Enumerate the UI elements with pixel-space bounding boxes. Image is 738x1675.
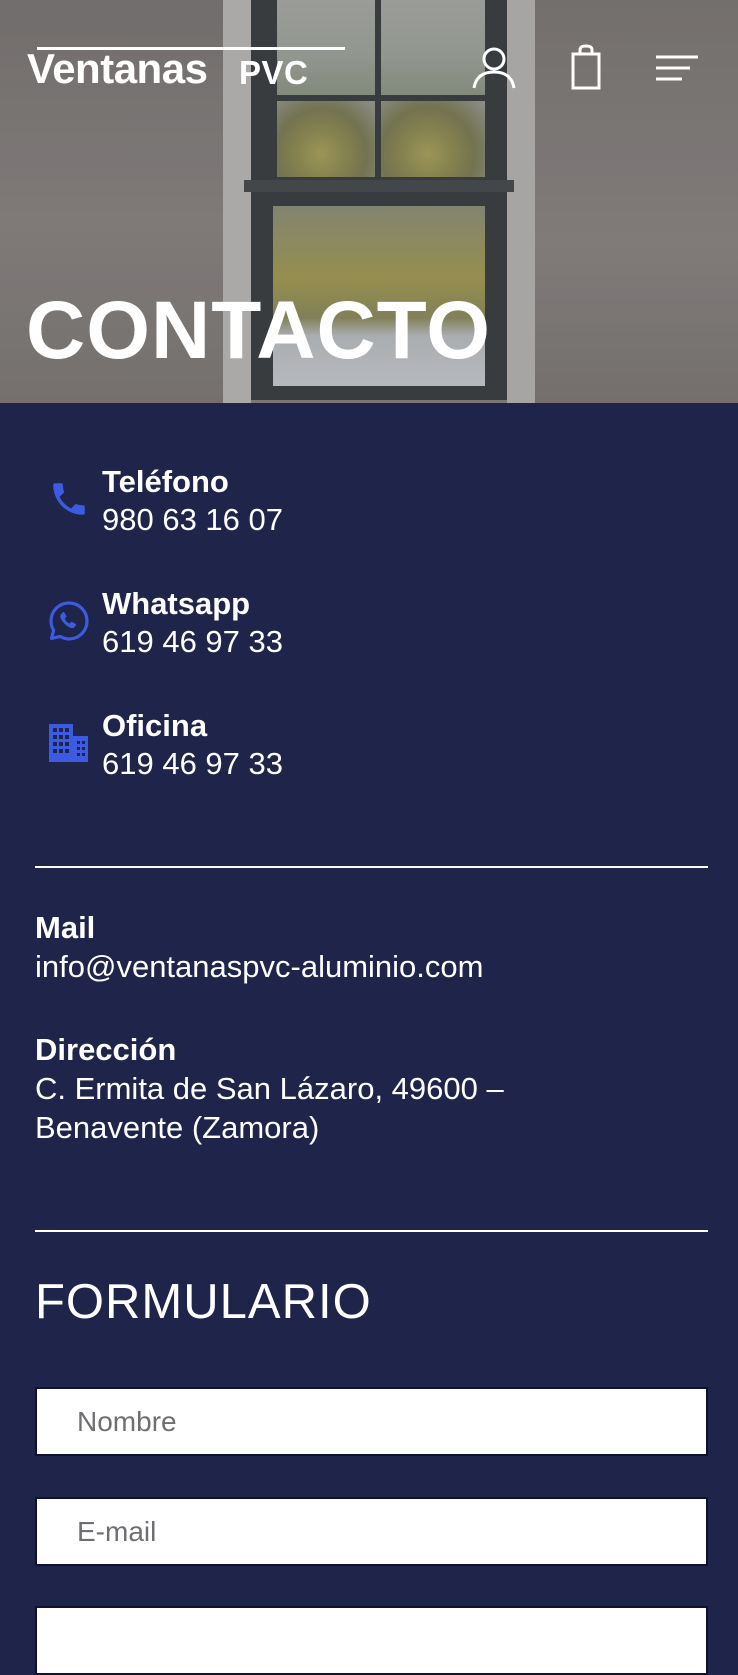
contact-whatsapp[interactable]: Whatsapp 619 46 97 33	[48, 586, 668, 664]
logo-main-text: Ventanas	[27, 45, 208, 92]
shopping-bag-icon[interactable]	[563, 44, 609, 90]
menu-icon[interactable]	[654, 44, 700, 90]
phone-number[interactable]: 980 63 16 07	[102, 502, 283, 538]
whatsapp-icon	[48, 600, 90, 642]
page-title: CONTACTO	[26, 285, 492, 376]
mail-label: Mail	[35, 910, 96, 945]
office-building-icon	[48, 722, 90, 764]
mail-address[interactable]: info@ventanaspvc-aluminio.com	[35, 947, 635, 986]
office-number[interactable]: 619 46 97 33	[102, 746, 283, 782]
site-logo[interactable]: Ventanas PVC	[27, 44, 345, 92]
form-title: FORMULARIO	[35, 1275, 372, 1329]
contact-label: Oficina	[102, 708, 208, 743]
email-input[interactable]	[35, 1497, 708, 1566]
user-icon[interactable]	[471, 44, 517, 90]
contact-label: Teléfono	[102, 464, 229, 499]
form-next-field[interactable]	[35, 1606, 708, 1675]
name-input[interactable]	[35, 1387, 708, 1456]
section-divider	[35, 1230, 708, 1232]
address-line-1: C. Ermita de San Lázaro, 49600 –	[35, 1071, 504, 1106]
phone-icon	[48, 478, 90, 520]
address-line-2: Benavente (Zamora)	[35, 1110, 320, 1145]
contact-phone[interactable]: Teléfono 980 63 16 07	[48, 464, 668, 542]
section-divider	[35, 866, 708, 868]
contact-label: Whatsapp	[102, 586, 251, 621]
address-label: Dirección	[35, 1032, 177, 1067]
whatsapp-number[interactable]: 619 46 97 33	[102, 624, 283, 660]
contact-office[interactable]: Oficina 619 46 97 33	[48, 708, 668, 786]
logo-sub-text: PVC	[239, 54, 309, 91]
address-text: C. Ermita de San Lázaro, 49600 – Benaven…	[35, 1069, 635, 1147]
